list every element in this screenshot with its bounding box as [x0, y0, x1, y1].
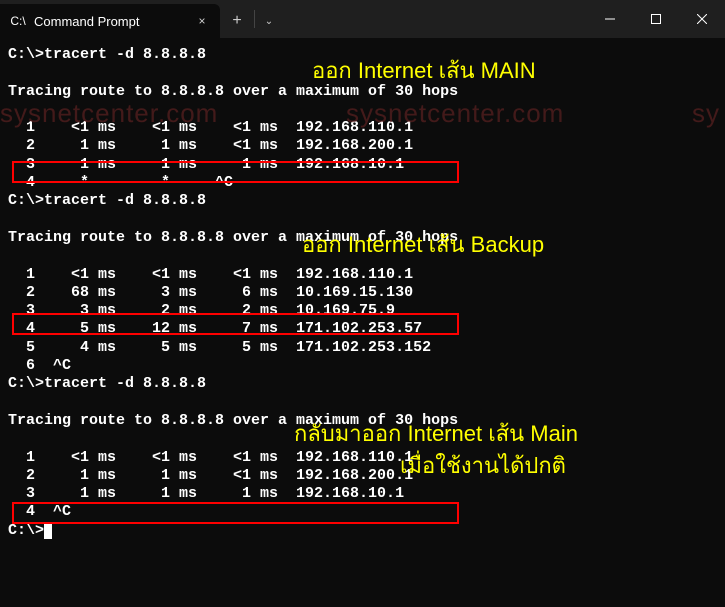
terminal-line [8, 211, 717, 229]
terminal-line: 1 <1 ms <1 ms <1 ms 192.168.110.1 [8, 119, 717, 137]
terminal-line: C:\>tracert -d 8.8.8.8 [8, 375, 717, 393]
maximize-button[interactable] [633, 0, 679, 38]
minimize-icon [605, 14, 615, 24]
cursor [44, 523, 52, 539]
terminal-line: 1 <1 ms <1 ms <1 ms 192.168.110.1 [8, 266, 717, 284]
terminal-line: 3 1 ms 1 ms 1 ms 192.168.10.1 [8, 156, 717, 174]
titlebar: C:\ Command Prompt × + ⌄ [0, 0, 725, 38]
tab-close-button[interactable]: × [194, 13, 210, 29]
terminal-line: 2 68 ms 3 ms 6 ms 10.169.15.130 [8, 284, 717, 302]
terminal-line: 2 1 ms 1 ms <1 ms 192.168.200.1 [8, 467, 717, 485]
terminal-line [8, 101, 717, 119]
terminal-line [8, 247, 717, 265]
cmd-icon: C:\ [10, 13, 26, 29]
minimize-button[interactable] [587, 0, 633, 38]
tab-active[interactable]: C:\ Command Prompt × [0, 4, 220, 38]
new-tab-button[interactable]: + [220, 4, 254, 38]
terminal-content[interactable]: C:\>tracert -d 8.8.8.8 Tracing route to … [0, 38, 725, 548]
terminal-line: 4 * * ^C [8, 174, 717, 192]
terminal-line: 2 1 ms 1 ms <1 ms 192.168.200.1 [8, 137, 717, 155]
terminal-line: C:\>tracert -d 8.8.8.8 [8, 192, 717, 210]
terminal-line [8, 394, 717, 412]
terminal-line: 6 ^C [8, 357, 717, 375]
terminal-line [8, 64, 717, 82]
close-button[interactable] [679, 0, 725, 38]
tab-dropdown-button[interactable]: ⌄ [255, 4, 283, 38]
terminal-line: 3 3 ms 2 ms 2 ms 10.169.75.9 [8, 302, 717, 320]
terminal-line [8, 430, 717, 448]
terminal-line: 4 5 ms 12 ms 7 ms 171.102.253.57 [8, 320, 717, 338]
tab-title: Command Prompt [34, 14, 186, 29]
terminal-line: 4 ^C [8, 503, 717, 521]
titlebar-spacer [283, 0, 587, 38]
terminal-line: C:\>tracert -d 8.8.8.8 [8, 46, 717, 64]
terminal-line: C:\> [8, 522, 717, 540]
maximize-icon [651, 14, 661, 24]
terminal-line: Tracing route to 8.8.8.8 over a maximum … [8, 412, 717, 430]
terminal-line: 1 <1 ms <1 ms <1 ms 192.168.110.1 [8, 449, 717, 467]
close-icon [697, 14, 707, 24]
terminal-line: 5 4 ms 5 ms 5 ms 171.102.253.152 [8, 339, 717, 357]
terminal-line: Tracing route to 8.8.8.8 over a maximum … [8, 229, 717, 247]
terminal-line: Tracing route to 8.8.8.8 over a maximum … [8, 83, 717, 101]
terminal-line: 3 1 ms 1 ms 1 ms 192.168.10.1 [8, 485, 717, 503]
